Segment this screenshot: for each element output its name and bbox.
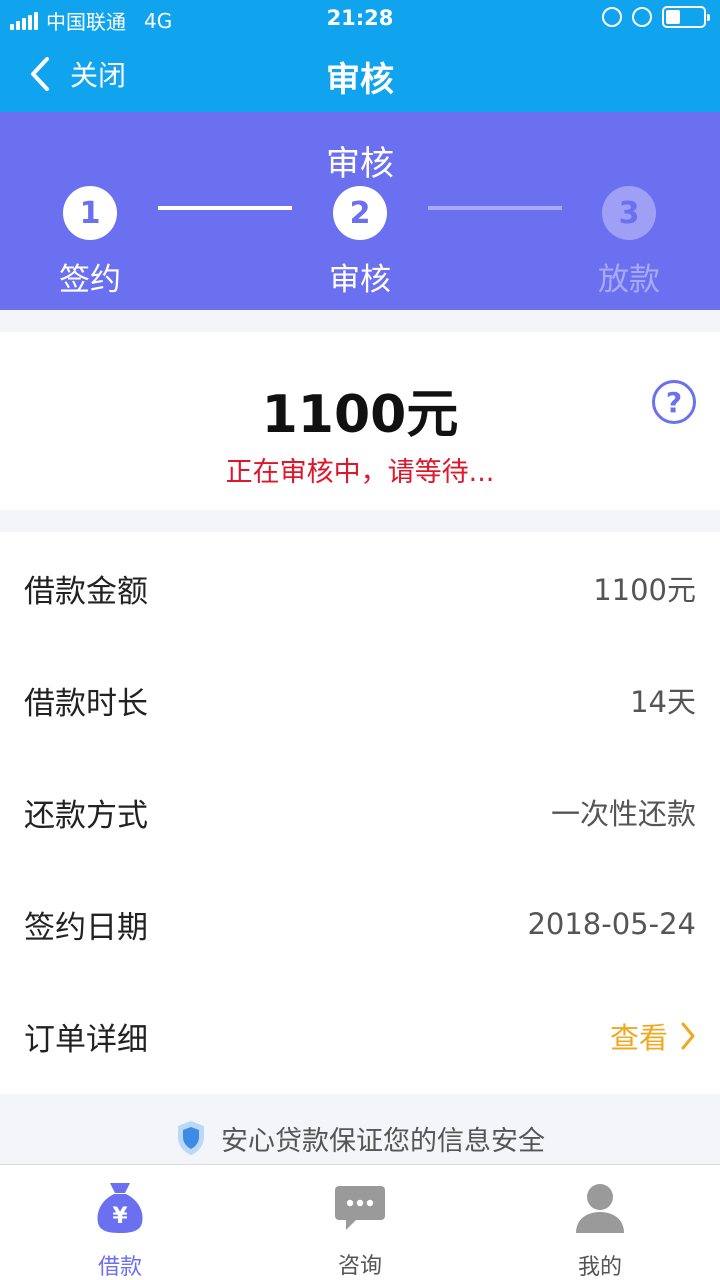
tab-label: 借款 xyxy=(97,1255,142,1280)
step-number: 2 xyxy=(333,186,387,240)
steps-heading: 审核 xyxy=(326,144,394,184)
svg-text:¥: ¥ xyxy=(112,1204,128,1229)
view-order-link[interactable]: 查看 xyxy=(610,1015,696,1057)
tab-loan[interactable]: ¥ 借款 xyxy=(0,1165,240,1280)
detail-key: 借款金额 xyxy=(24,573,148,610)
detail-row-order[interactable]: 订单详细 查看 xyxy=(0,980,720,1092)
detail-value: 一次性还款 xyxy=(550,797,696,831)
detail-value: 2018-05-24 xyxy=(527,907,696,941)
status-bar: 中国联通 4G 21:28 xyxy=(0,0,720,36)
step-review: 2 审核 xyxy=(290,186,430,299)
alarm-icon xyxy=(632,7,652,27)
step-number: 1 xyxy=(63,186,117,240)
amount-card: 1100元 正在审核中，请等待... ? xyxy=(0,332,720,510)
help-icon[interactable]: ? xyxy=(652,380,696,424)
detail-key: 签约日期 xyxy=(24,909,148,946)
detail-key: 借款时长 xyxy=(24,685,148,722)
detail-row-duration: 借款时长 14天 xyxy=(0,644,720,756)
nav-bar: 关闭 审核 xyxy=(0,36,720,112)
shield-icon xyxy=(178,1121,204,1155)
loan-details: 借款金额 1100元 借款时长 14天 还款方式 一次性还款 签约日期 2018… xyxy=(0,532,720,1094)
tab-mine[interactable]: 我的 xyxy=(480,1165,720,1280)
rotation-lock-icon xyxy=(602,7,622,27)
step-sign: 1 签约 xyxy=(20,186,160,299)
notice-text: 安心贷款保证您的信息安全 xyxy=(221,1125,545,1157)
loan-amount: 1100元 xyxy=(261,385,459,445)
detail-value: 14天 xyxy=(630,685,696,719)
detail-key: 订单详细 xyxy=(24,1021,148,1058)
detail-row-sign-date: 签约日期 2018-05-24 xyxy=(0,868,720,980)
review-status: 正在审核中，请等待... xyxy=(225,457,495,488)
detail-key: 还款方式 xyxy=(24,797,148,834)
step-disburse: 3 放款 xyxy=(559,186,699,299)
detail-value: 1100元 xyxy=(593,573,696,607)
detail-row-repayment: 还款方式 一次性还款 xyxy=(0,756,720,868)
step-label: 放款 xyxy=(598,262,660,298)
tab-consult[interactable]: 咨询 xyxy=(240,1165,480,1280)
money-bag-icon: ¥ xyxy=(90,1179,150,1235)
battery-icon xyxy=(662,6,710,28)
status-right xyxy=(602,6,710,28)
view-label: 查看 xyxy=(609,1021,668,1055)
chevron-right-icon xyxy=(681,1022,695,1050)
progress-steps: 审核 1 签约 2 审核 3 放款 xyxy=(0,112,720,310)
step-label: 签约 xyxy=(59,262,121,298)
tab-label: 咨询 xyxy=(337,1254,382,1279)
user-icon xyxy=(570,1179,630,1235)
tab-label: 我的 xyxy=(577,1255,622,1280)
page-title: 审核 xyxy=(326,60,394,100)
step-number: 3 xyxy=(602,186,656,240)
tab-bar: ¥ 借款 咨询 我的 xyxy=(0,1164,720,1280)
chat-icon xyxy=(330,1179,390,1234)
step-connector-1 xyxy=(158,206,292,210)
detail-row-amount: 借款金额 1100元 xyxy=(0,532,720,644)
security-notice: 安心贷款保证您的信息安全 xyxy=(0,1112,720,1164)
step-connector-2 xyxy=(428,206,562,210)
step-label: 审核 xyxy=(329,262,391,298)
